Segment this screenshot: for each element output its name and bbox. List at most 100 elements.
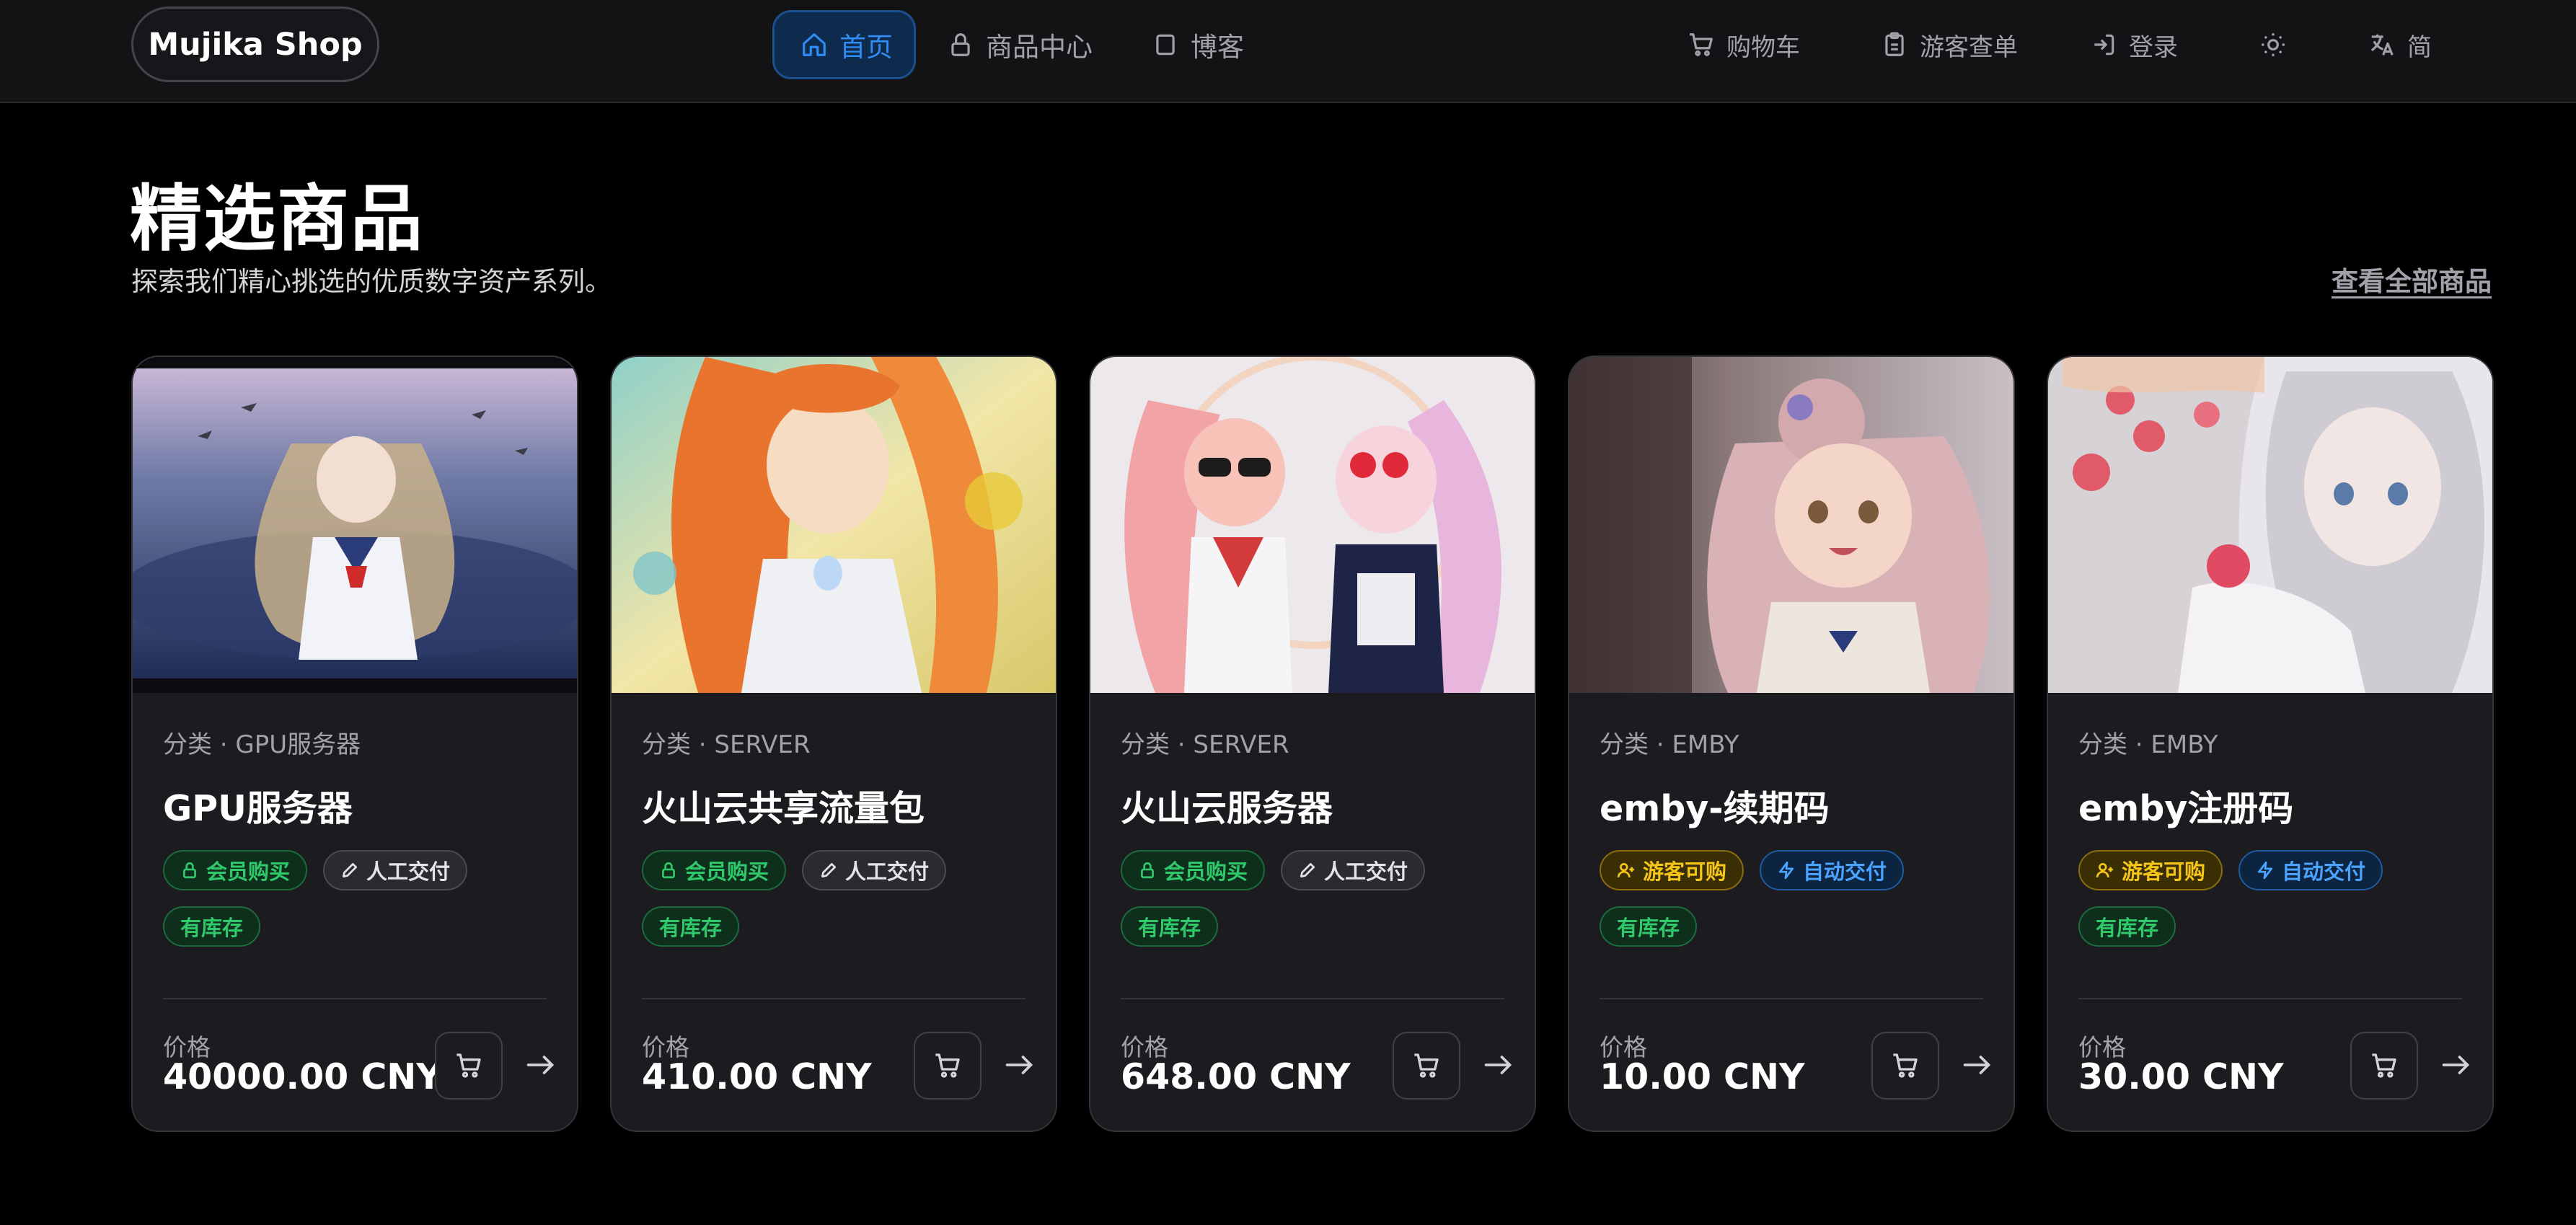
shopping-cart-icon [456,1053,481,1078]
view-product-arrow[interactable] [519,1043,562,1087]
product-name[interactable]: emby-续期码 [1600,780,1983,831]
product-image[interactable] [612,357,1057,693]
view-product-arrow[interactable] [1476,1043,1519,1087]
arrow-right-icon [2442,1056,2470,1074]
nav-guest-orders-button[interactable]: 游客查单 [1881,10,2018,79]
manual-delivery-badge: 人工交付 [1281,850,1426,890]
in-stock-badge: 有库存 [1121,906,1219,947]
view-all-products-link[interactable]: 查看全部商品 [2332,260,2492,298]
shopping-cart-icon [2372,1053,2396,1078]
nav-blog-button[interactable]: 博客 [1152,10,1244,79]
badge-label: 人工交付 [845,859,930,884]
badge-label: 会员购买 [685,859,769,884]
nav-login-button[interactable]: 登录 [2090,10,2178,79]
in-stock-badge: 有库存 [1600,906,1698,947]
arrow-right-icon [1963,1056,1991,1074]
login-icon [2094,34,2114,56]
lock-icon [662,862,675,879]
document-icon [1156,34,1175,56]
manual-delivery-badge: 人工交付 [802,850,947,890]
badge-label: 会员购买 [206,859,291,884]
card-divider [2078,998,2462,999]
in-stock-badge: 有库存 [163,906,261,947]
badge-label: 会员购买 [1164,859,1248,884]
nav-cart-label: 购物车 [1726,32,1800,62]
lock-icon [951,33,970,56]
product-price: 410.00 CNY [642,1056,872,1097]
in-stock-badge: 有库存 [642,906,740,947]
add-to-cart-button[interactable] [1871,1032,1939,1100]
pencil-icon [342,862,358,878]
nav-home-button[interactable]: 首页 [772,10,916,79]
translate-icon [2370,34,2394,56]
lightning-icon [2257,861,2273,880]
product-category: 分类 · SERVER [642,730,811,759]
lightning-icon [1778,861,1794,880]
arrow-right-icon [1484,1056,1512,1074]
guest-purchase-badge: 游客可购 [2078,850,2223,890]
product-image[interactable] [2048,357,2494,693]
product-name[interactable]: emby注册码 [2078,780,2462,831]
shopping-cart-icon [1414,1053,1439,1078]
badge-label: 自动交付 [1803,859,1887,884]
shopping-cart-icon [935,1053,960,1078]
nav-goods-button[interactable]: 商品中心 [947,10,1093,79]
lock-icon [1141,862,1154,879]
product-category: 分类 · EMBY [2078,730,2218,759]
view-product-arrow[interactable] [1955,1043,1998,1087]
theme-toggle-button[interactable] [2259,10,2287,79]
nav-guest-orders-label: 游客查单 [1920,32,2018,62]
language-switch-button[interactable]: 简 [2368,10,2432,79]
add-to-cart-button[interactable] [1393,1032,1460,1100]
badge-label: 人工交付 [366,859,451,884]
product-card-emby-renewal-code[interactable]: 分类 · EMBY emby-续期码 游客可购 自动交付 有库存 价格 10.0… [1568,355,2015,1132]
nav-cart-button[interactable]: 购物车 [1688,10,1800,79]
card-divider [163,998,547,999]
in-stock-badge: 有库存 [2078,906,2176,947]
user-plus-icon [2096,862,2113,877]
product-card-volcano-server[interactable]: 分类 · SERVER 火山云服务器 会员购买 人工交付 有库存 价格 648.… [1089,355,1536,1132]
product-image[interactable] [133,357,578,693]
product-name[interactable]: 火山云服务器 [1121,780,1504,831]
language-label: 简 [2407,32,2432,62]
add-to-cart-button[interactable] [2350,1032,2418,1100]
badge-label: 人工交付 [1324,859,1408,884]
arrow-right-icon [526,1056,555,1074]
product-card-emby-registration-code[interactable]: 分类 · EMBY emby注册码 游客可购 自动交付 有库存 价格 30.00… [2047,355,2494,1132]
product-card-volcano-traffic-pack[interactable]: 分类 · SERVER 火山云共享流量包 会员购买 人工交付 有库存 价格 41… [610,355,1057,1132]
home-icon [803,33,826,56]
nav-home-label: 首页 [839,32,893,63]
view-product-arrow[interactable] [2434,1043,2477,1087]
card-divider [1121,998,1504,999]
arrow-right-icon [1005,1056,1033,1074]
sun-icon [2262,33,2285,56]
product-name[interactable]: GPU服务器 [163,780,547,831]
product-card-gpu-server[interactable]: 分类 · GPU服务器 GPU服务器 会员购买 人工交付 有库存 价格 4000… [131,355,578,1132]
card-divider [642,998,1025,999]
user-plus-icon [1617,862,1634,877]
top-navigation-bar: Mujika Shop 首页 商品中心 博客 购物车 游客查单 登录 简 [0,0,2576,103]
add-to-cart-button[interactable] [435,1032,503,1100]
badge-label: 自动交付 [2282,859,2366,884]
manual-delivery-badge: 人工交付 [323,850,468,890]
product-image[interactable] [1090,357,1536,693]
badge-label: 游客可购 [1643,859,1727,884]
nav-login-label: 登录 [2129,32,2178,62]
card-divider [1600,998,1983,999]
product-image[interactable] [1569,357,2015,693]
product-price: 648.00 CNY [1121,1056,1351,1097]
product-name[interactable]: 火山云共享流量包 [642,780,1025,831]
auto-delivery-badge: 自动交付 [1760,850,1905,890]
view-product-arrow[interactable] [997,1043,1041,1087]
site-logo[interactable]: Mujika Shop [131,6,379,82]
members-only-badge: 会员购买 [163,850,308,890]
section-subtitle: 探索我们精心挑选的优质数字资产系列。 [131,266,612,297]
badge-label: 游客可购 [2122,859,2206,884]
clipboard-icon [1885,32,1904,56]
add-to-cart-button[interactable] [914,1032,982,1100]
product-price: 10.00 CNY [1600,1056,1805,1097]
product-category: 分类 · SERVER [1121,730,1289,759]
product-category: 分类 · EMBY [1600,730,1739,759]
product-category: 分类 · GPU服务器 [163,730,361,759]
pencil-icon [1300,862,1315,878]
